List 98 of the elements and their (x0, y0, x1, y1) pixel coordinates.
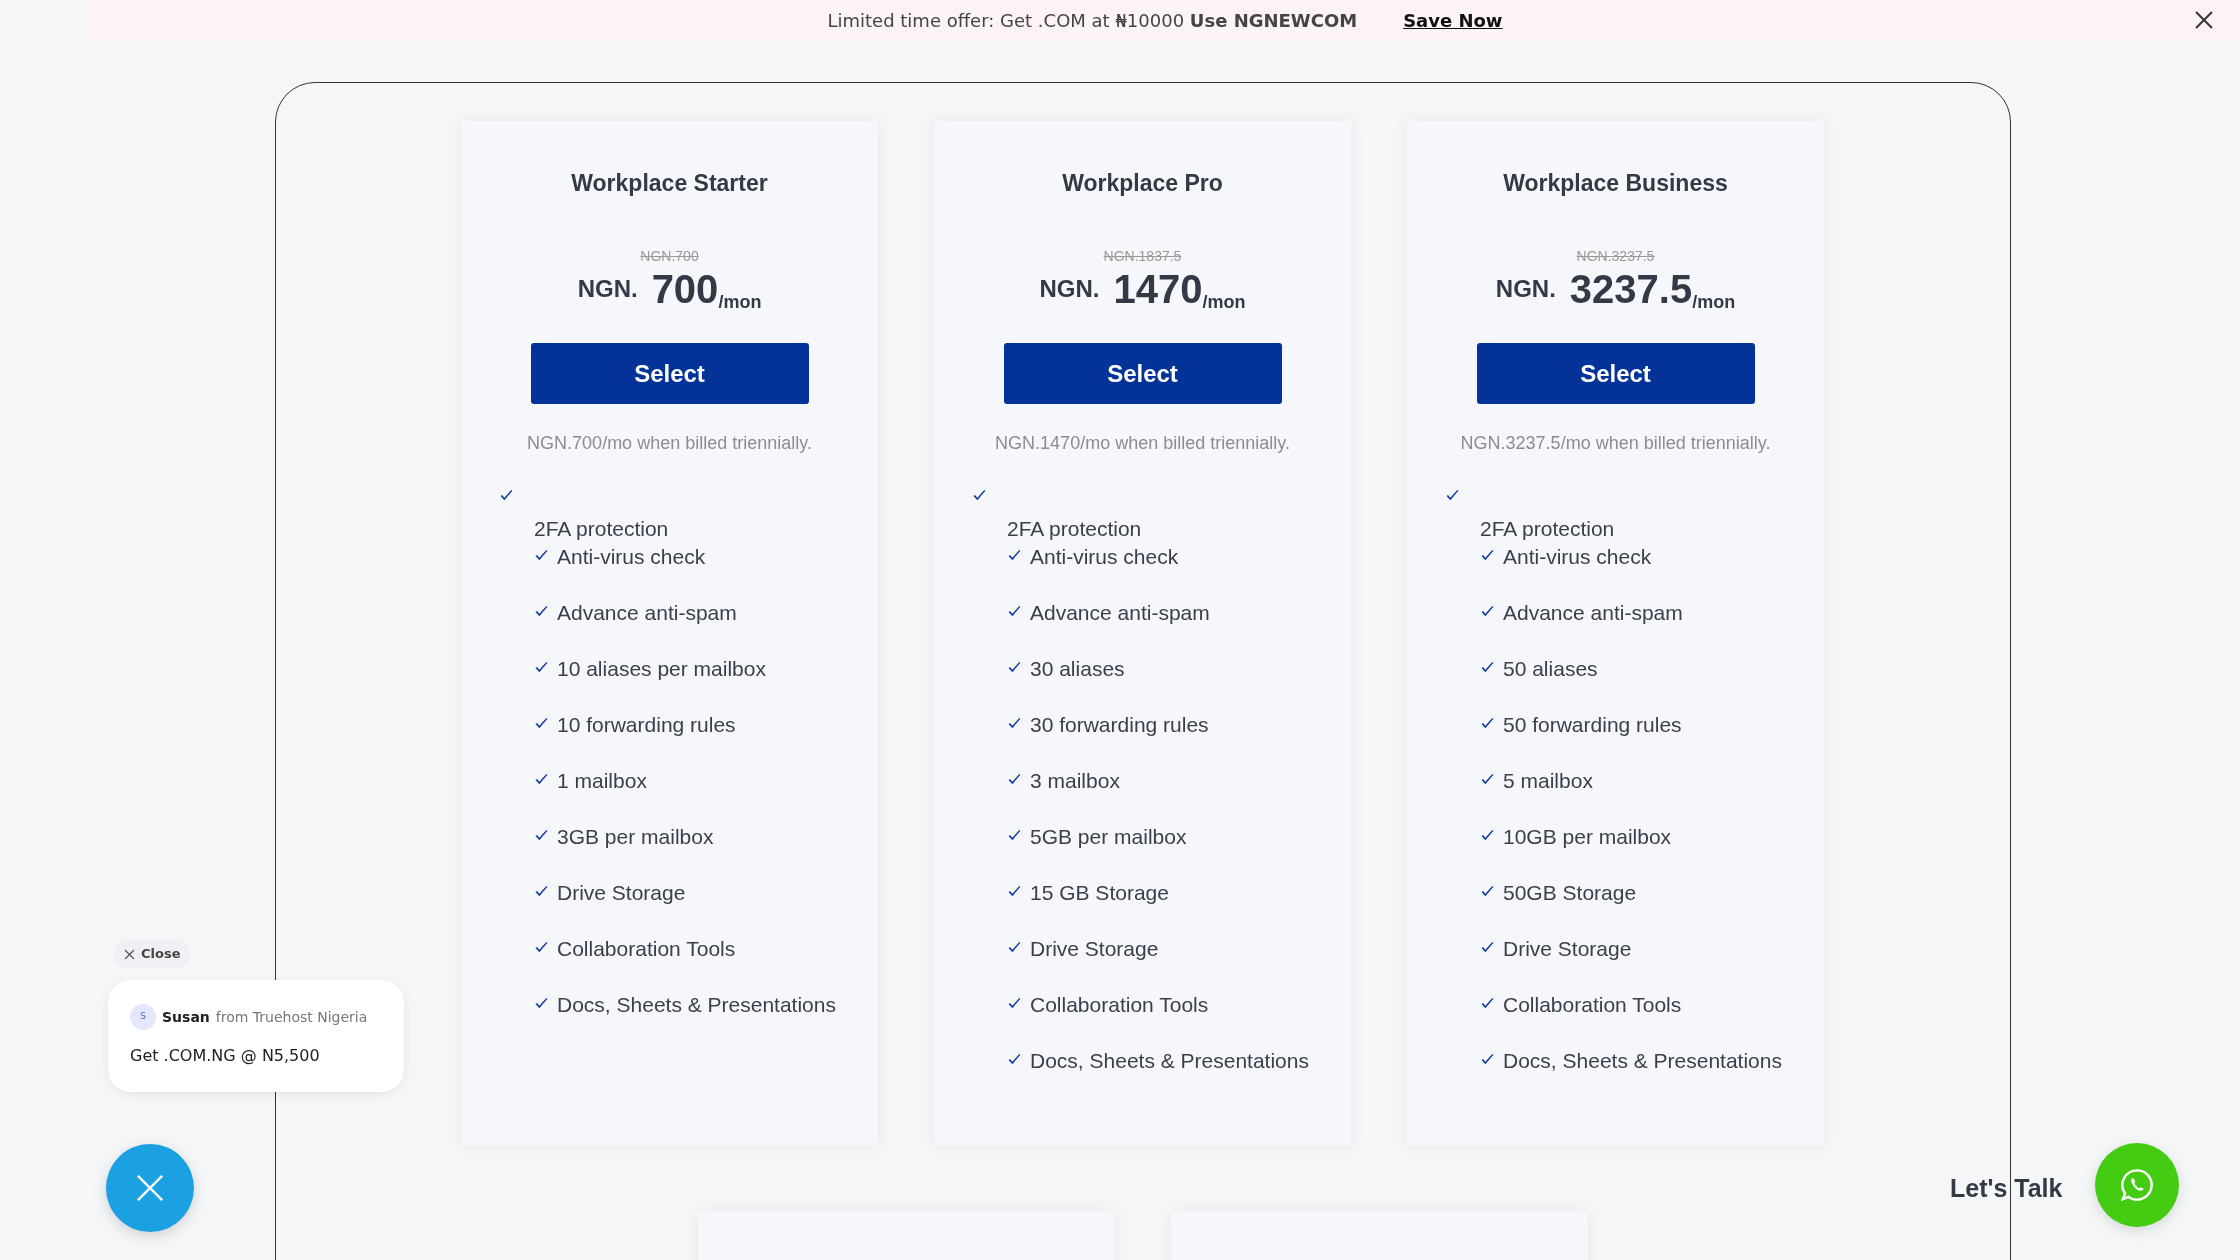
price-period: /mon (718, 293, 762, 311)
checkmark-icon (1480, 1052, 1495, 1067)
agent-company: from Truehost Nigeria (215, 1007, 368, 1027)
checkmark-icon (1480, 940, 1495, 955)
checkmark-icon (534, 716, 549, 731)
old-price: NGN.700 (640, 247, 699, 265)
checkmark-icon (1007, 716, 1022, 731)
close-icon (124, 948, 135, 960)
feature-text: 2FA protection (1479, 516, 1616, 542)
checkmark-icon (1480, 716, 1495, 731)
plan-title: Workplace Business (1503, 169, 1728, 197)
checkmark-icon (1007, 940, 1022, 955)
feature-text: 3 mailbox (1030, 768, 1120, 794)
feature-text: Anti-virus check (557, 544, 706, 570)
feature-text: 50GB Storage (1503, 880, 1637, 906)
promo-text: Limited time offer: Get .COM at ₦10000 Use NGNEWCOM (827, 8, 1358, 33)
checkmark-icon (1007, 828, 1022, 843)
price-period: /mon (1692, 293, 1736, 311)
feature-text: Drive Storage (1503, 936, 1632, 962)
feature-text: 30 forwarding rules (1030, 712, 1209, 738)
price-amount: 1470 (1113, 269, 1203, 309)
feature-text: Drive Storage (557, 880, 686, 906)
price-amount: 700 (651, 269, 719, 309)
price-period: /mon (1202, 293, 1246, 311)
phone-bubble-icon (2119, 1167, 2155, 1203)
feature-text: 1 mailbox (557, 768, 647, 794)
checkmark-icon (499, 488, 514, 503)
currency-label: NGN. (577, 277, 638, 301)
billing-note: NGN.1470/mo when billed triennially. (995, 432, 1290, 455)
feature-text: 5GB per mailbox (1030, 824, 1187, 850)
checkmark-icon (1480, 772, 1495, 787)
feature-text: 50 forwarding rules (1503, 712, 1682, 738)
close-icon (136, 1174, 164, 1202)
close-button[interactable]: Close (114, 940, 191, 968)
feature-text: 50 aliases (1503, 656, 1598, 682)
checkmark-icon (534, 940, 549, 955)
close-icon[interactable] (2194, 10, 2214, 30)
feature-text: Advance anti-spam (1503, 600, 1683, 626)
currency-label: NGN. (1039, 277, 1100, 301)
chat-message: Get .COM.NG @ N5,500 (130, 1045, 321, 1067)
checkmark-icon (1007, 604, 1022, 619)
feature-text: Collaboration Tools (1030, 992, 1209, 1018)
feature-text: 5 mailbox (1503, 768, 1593, 794)
select-button[interactable]: Select (1476, 343, 1755, 404)
plan-title: Workplace Starter (571, 169, 768, 197)
checkmark-icon (534, 772, 549, 787)
checkmark-icon (1480, 884, 1495, 899)
feature-text: Docs, Sheets & Presentations (557, 992, 836, 1018)
checkmark-icon (1007, 660, 1022, 675)
feature-text: 3GB per mailbox (557, 824, 714, 850)
feature-text: Anti-virus check (1030, 544, 1179, 570)
feature-text: 10 aliases per mailbox (557, 656, 766, 682)
checkmark-icon (1007, 996, 1022, 1011)
chat-close-button[interactable] (106, 1144, 194, 1232)
checkmark-icon (1445, 488, 1460, 503)
feature-text: Docs, Sheets & Presentations (1503, 1048, 1782, 1074)
checkmark-icon (1480, 548, 1495, 563)
feature-text: 2FA protection (1006, 516, 1143, 542)
checkmark-icon (1007, 1052, 1022, 1067)
checkmark-icon (534, 884, 549, 899)
feature-text: Anti-virus check (1503, 544, 1652, 570)
feature-text: 10 forwarding rules (557, 712, 736, 738)
agent-avatar: S (130, 1004, 156, 1030)
feature-text: Collaboration Tools (557, 936, 736, 962)
feature-text: Drive Storage (1030, 936, 1159, 962)
checkmark-icon (1007, 548, 1022, 563)
currency-label: NGN. (1495, 277, 1556, 301)
feature-text: Advance anti-spam (1030, 600, 1210, 626)
select-button[interactable]: Select (530, 343, 809, 404)
checkmark-icon (1480, 996, 1495, 1011)
old-price: NGN.3237.5 (1576, 247, 1655, 265)
agent-name: Susan (162, 1007, 210, 1027)
checkmark-icon (534, 996, 549, 1011)
feature-text: 15 GB Storage (1030, 880, 1169, 906)
feature-text: 2FA protection (533, 516, 670, 542)
feature-text: 30 aliases (1030, 656, 1125, 682)
checkmark-icon (534, 828, 549, 843)
checkmark-icon (1480, 828, 1495, 843)
checkmark-icon (534, 604, 549, 619)
lets-talk-label: Let's Talk (1950, 1173, 2063, 1204)
billing-note: NGN.3237.5/mo when billed triennially. (1460, 432, 1771, 455)
checkmark-icon (1480, 604, 1495, 619)
checkmark-icon (534, 548, 549, 563)
feature-text: Advance anti-spam (557, 600, 737, 626)
checkmark-icon (1480, 660, 1495, 675)
plan-title: Workplace Pro (1062, 169, 1223, 197)
feature-text: Collaboration Tools (1503, 992, 1682, 1018)
select-button[interactable]: Select (1003, 343, 1282, 404)
feature-text: 10GB per mailbox (1503, 824, 1672, 850)
feature-text: Docs, Sheets & Presentations (1030, 1048, 1309, 1074)
price-amount: 3237.5 (1569, 269, 1693, 309)
billing-note: NGN.700/mo when billed triennially. (527, 432, 812, 455)
checkmark-icon (972, 488, 987, 503)
checkmark-icon (1007, 884, 1022, 899)
old-price: NGN.1837.5 (1103, 247, 1182, 265)
checkmark-icon (1007, 772, 1022, 787)
checkmark-icon (534, 660, 549, 675)
save-now-link[interactable]: Save Now (1403, 6, 1503, 34)
